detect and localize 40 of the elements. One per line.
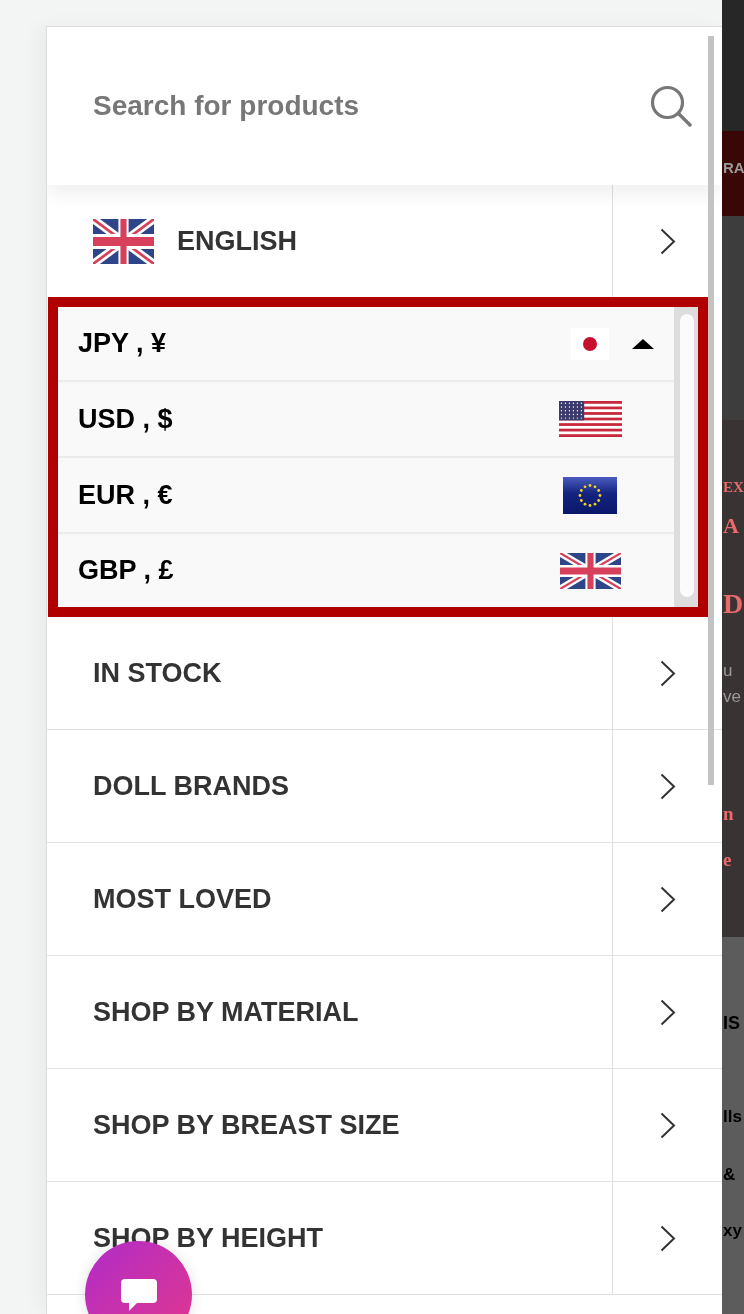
uk-flag-icon: [93, 218, 154, 264]
search-field[interactable]: Search for products: [93, 84, 638, 128]
menu-link[interactable]: SHOP BY MATERIAL: [93, 996, 359, 1028]
chevron-right-icon: [659, 1224, 676, 1252]
chevron-right-icon: [659, 227, 676, 255]
page-text-fragment: RA: [723, 160, 744, 175]
page-text-fragment: e: [723, 850, 732, 869]
currency-option[interactable]: GBP , £: [58, 534, 674, 607]
page-text-fragment: A: [723, 515, 739, 537]
page-text-fragment: D: [723, 590, 744, 618]
menu-link[interactable]: DOLL BRANDS: [93, 770, 289, 802]
us-flag-icon: [558, 401, 622, 437]
eu-flag-icon: [563, 476, 617, 514]
chat-bubble-icon: [120, 1278, 157, 1311]
chevron-right-icon: [659, 772, 676, 800]
chevron-right-icon: [659, 1111, 676, 1139]
scrollbar-thumb[interactable]: [708, 36, 714, 785]
dropdown-scrollbar-thumb[interactable]: [680, 314, 694, 597]
chevron-right-icon: [659, 659, 676, 687]
page-text-fragment: u: [723, 662, 733, 679]
chevron-right-icon: [659, 998, 676, 1026]
page-text-fragment: &: [723, 1166, 736, 1183]
currency-select[interactable]: JPY , ¥: [58, 307, 674, 382]
currency-option[interactable]: EUR , €: [58, 458, 674, 534]
page-text-fragment: xy: [723, 1222, 742, 1239]
page-text-fragment: EX: [723, 480, 744, 495]
search-button[interactable]: [650, 85, 692, 127]
search-icon: [650, 85, 692, 127]
language-link[interactable]: ENGLISH: [93, 218, 297, 264]
chevron-right-icon: [659, 885, 676, 913]
page-text-fragment: lls: [723, 1108, 742, 1125]
menu-link[interactable]: MOST LOVED: [93, 883, 272, 915]
uk-flag-icon: [559, 552, 621, 589]
japan-flag-icon: [571, 327, 609, 360]
menu-link[interactable]: SHOP BY BREAST SIZE: [93, 1109, 400, 1141]
currency-option[interactable]: USD , $: [58, 382, 674, 458]
page-text-fragment: ve: [723, 688, 741, 705]
menu-link[interactable]: IN STOCK: [93, 657, 222, 689]
page-text-fragment: n: [723, 804, 734, 823]
page-text-fragment: IS: [723, 1014, 740, 1032]
